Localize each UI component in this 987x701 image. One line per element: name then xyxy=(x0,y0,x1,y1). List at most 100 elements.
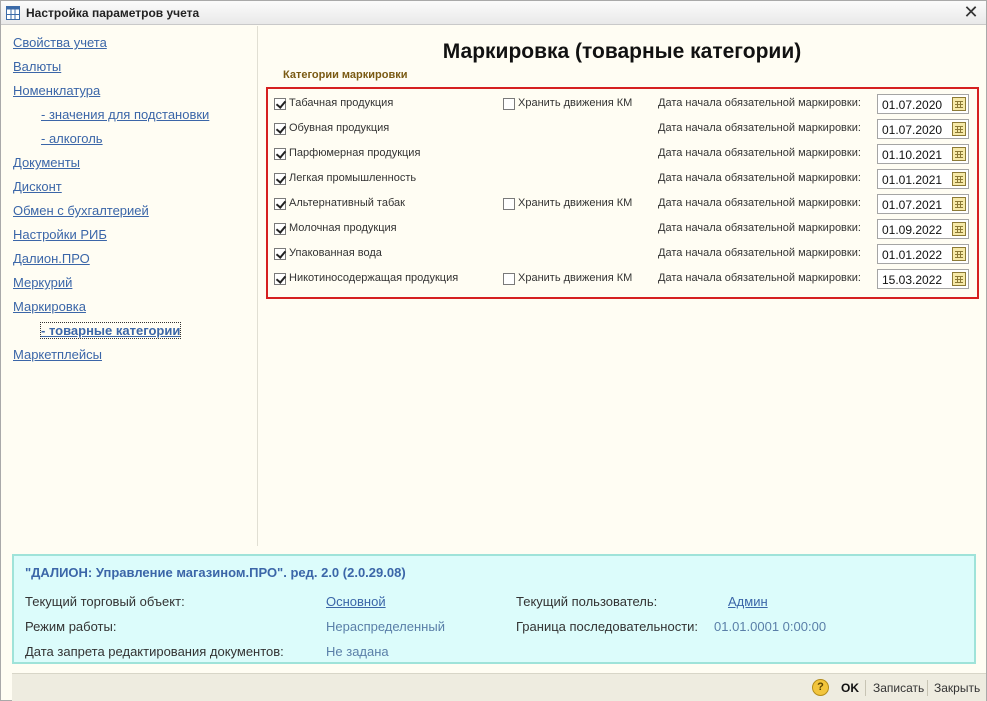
category-checkbox[interactable] xyxy=(274,223,286,235)
date-field[interactable]: 01.10.2021 xyxy=(877,144,969,164)
date-value: 01.09.2022 xyxy=(882,223,943,237)
window-title: Настройка параметров учета xyxy=(26,6,200,20)
date-value: 15.03.2022 xyxy=(882,273,943,287)
sidebar-item-marking[interactable]: Маркировка xyxy=(13,299,86,314)
mode-value: Нераспределенный xyxy=(326,619,445,634)
date-label: Дата начала обязательной маркировки: xyxy=(658,97,861,109)
sidebar: Свойства учета Валюты Номенклатура - зна… xyxy=(2,26,258,546)
category-label: Парфюмерная продукция xyxy=(289,147,421,159)
sidebar-item-dalion-pro[interactable]: Далион.ПРО xyxy=(13,251,90,266)
calendar-icon[interactable] xyxy=(952,147,966,161)
page-title: Маркировка (товарные категории) xyxy=(442,40,802,63)
close-icon[interactable]: ✕ xyxy=(962,3,980,21)
calendar-icon[interactable] xyxy=(952,97,966,111)
sequence-label: Граница последовательности: xyxy=(516,619,699,634)
date-label: Дата начала обязательной маркировки: xyxy=(658,247,861,259)
calendar-icon[interactable] xyxy=(952,272,966,286)
sidebar-item-nomenclature[interactable]: Номенклатура xyxy=(13,83,100,98)
date-field[interactable]: 01.01.2021 xyxy=(877,169,969,189)
date-label: Дата начала обязательной маркировки: xyxy=(658,222,861,234)
category-row: Табачная продукция Хранить движения КМ Д… xyxy=(273,93,973,115)
info-panel: "ДАЛИОН: Управление магазином.ПРО". ред.… xyxy=(12,554,976,664)
sidebar-item-mercury[interactable]: Меркурий xyxy=(13,275,72,290)
sidebar-item-product-categories[interactable]: - товарные категории xyxy=(39,322,182,339)
date-value: 01.07.2020 xyxy=(882,123,943,137)
calendar-icon[interactable] xyxy=(952,247,966,261)
edit-lock-label: Дата запрета редактирования документов: xyxy=(25,644,284,659)
sidebar-item-alcohol[interactable]: - алкоголь xyxy=(41,131,103,146)
date-label: Дата начала обязательной маркировки: xyxy=(658,122,861,134)
mode-label: Режим работы: xyxy=(25,619,117,634)
user-link[interactable]: Админ xyxy=(728,594,768,609)
store-km-label: Хранить движения КМ xyxy=(518,272,633,284)
store-km-label: Хранить движения КМ xyxy=(518,97,633,109)
category-checkbox[interactable] xyxy=(274,98,286,110)
settings-window: Настройка параметров учета ✕ Свойства уч… xyxy=(0,0,987,701)
category-row: Обувная продукция Дата начала обязательн… xyxy=(273,118,973,140)
sidebar-item-discount[interactable]: Дисконт xyxy=(13,179,62,194)
category-checkbox[interactable] xyxy=(274,123,286,135)
footer-divider xyxy=(927,680,928,696)
category-row: Парфюмерная продукция Дата начала обязат… xyxy=(273,143,973,165)
category-checkbox[interactable] xyxy=(274,198,286,210)
title-bar: Настройка параметров учета ✕ xyxy=(1,1,986,25)
footer-divider xyxy=(865,680,866,696)
date-label: Дата начала обязательной маркировки: xyxy=(658,147,861,159)
edit-lock-value: Не задана xyxy=(326,644,389,659)
ok-button[interactable]: OK xyxy=(841,681,859,695)
group-label: Категории маркировки xyxy=(283,69,408,81)
calendar-icon[interactable] xyxy=(952,122,966,136)
category-label: Альтернативный табак xyxy=(289,197,405,209)
category-label: Табачная продукция xyxy=(289,97,394,109)
help-icon[interactable]: ? xyxy=(812,679,829,696)
date-value: 01.01.2022 xyxy=(882,248,943,262)
sidebar-item-rib-settings[interactable]: Настройки РИБ xyxy=(13,227,107,242)
save-button[interactable]: Записать xyxy=(873,681,924,695)
store-km-checkbox[interactable] xyxy=(503,98,515,110)
calendar-icon[interactable] xyxy=(952,172,966,186)
footer-toolbar: ? OK Записать Закрыть xyxy=(12,673,986,701)
category-row: Упакованная вода Дата начала обязательно… xyxy=(273,243,973,265)
close-button[interactable]: Закрыть xyxy=(934,681,980,695)
sidebar-item-account-properties[interactable]: Свойства учета xyxy=(13,35,107,50)
date-label: Дата начала обязательной маркировки: xyxy=(658,272,861,284)
date-field[interactable]: 01.01.2022 xyxy=(877,244,969,264)
trade-object-label: Текущий торговый объект: xyxy=(25,594,185,609)
date-field[interactable]: 01.09.2022 xyxy=(877,219,969,239)
category-label: Молочная продукция xyxy=(289,222,397,234)
category-label: Упакованная вода xyxy=(289,247,382,259)
category-checkbox[interactable] xyxy=(274,173,286,185)
category-checkbox[interactable] xyxy=(274,148,286,160)
sidebar-item-substitution-values[interactable]: - значения для подстановки xyxy=(41,107,209,122)
user-label: Текущий пользователь: xyxy=(516,594,658,609)
sidebar-item-marketplaces[interactable]: Маркетплейсы xyxy=(13,347,102,362)
category-label: Легкая промышленность xyxy=(289,172,417,184)
category-row: Никотиносодержащая продукция Хранить дви… xyxy=(273,268,973,290)
date-value: 01.10.2021 xyxy=(882,148,943,162)
sidebar-item-documents[interactable]: Документы xyxy=(13,155,80,170)
date-value: 01.01.2021 xyxy=(882,173,943,187)
grid-table-icon xyxy=(6,6,20,20)
category-label: Обувная продукция xyxy=(289,122,390,134)
date-field[interactable]: 01.07.2020 xyxy=(877,94,969,114)
date-label: Дата начала обязательной маркировки: xyxy=(658,172,861,184)
category-row: Легкая промышленность Дата начала обязат… xyxy=(273,168,973,190)
sidebar-item-accounting-exchange[interactable]: Обмен с бухгалтерией xyxy=(13,203,149,218)
date-field[interactable]: 15.03.2022 xyxy=(877,269,969,289)
category-checkbox[interactable] xyxy=(274,248,286,260)
date-label: Дата начала обязательной маркировки: xyxy=(658,197,861,209)
date-field[interactable]: 01.07.2021 xyxy=(877,194,969,214)
product-version-title: "ДАЛИОН: Управление магазином.ПРО". ред.… xyxy=(25,565,406,580)
calendar-icon[interactable] xyxy=(952,197,966,211)
date-field[interactable]: 01.07.2020 xyxy=(877,119,969,139)
sequence-value: 01.01.0001 0:00:00 xyxy=(714,619,827,634)
category-row: Молочная продукция Дата начала обязатель… xyxy=(273,218,973,240)
sidebar-item-currencies[interactable]: Валюты xyxy=(13,59,61,74)
date-value: 01.07.2021 xyxy=(882,198,943,212)
store-km-checkbox[interactable] xyxy=(503,273,515,285)
store-km-checkbox[interactable] xyxy=(503,198,515,210)
category-checkbox[interactable] xyxy=(274,273,286,285)
calendar-icon[interactable] xyxy=(952,222,966,236)
trade-object-link[interactable]: Основной xyxy=(326,594,386,609)
category-row: Альтернативный табак Хранить движения КМ… xyxy=(273,193,973,215)
